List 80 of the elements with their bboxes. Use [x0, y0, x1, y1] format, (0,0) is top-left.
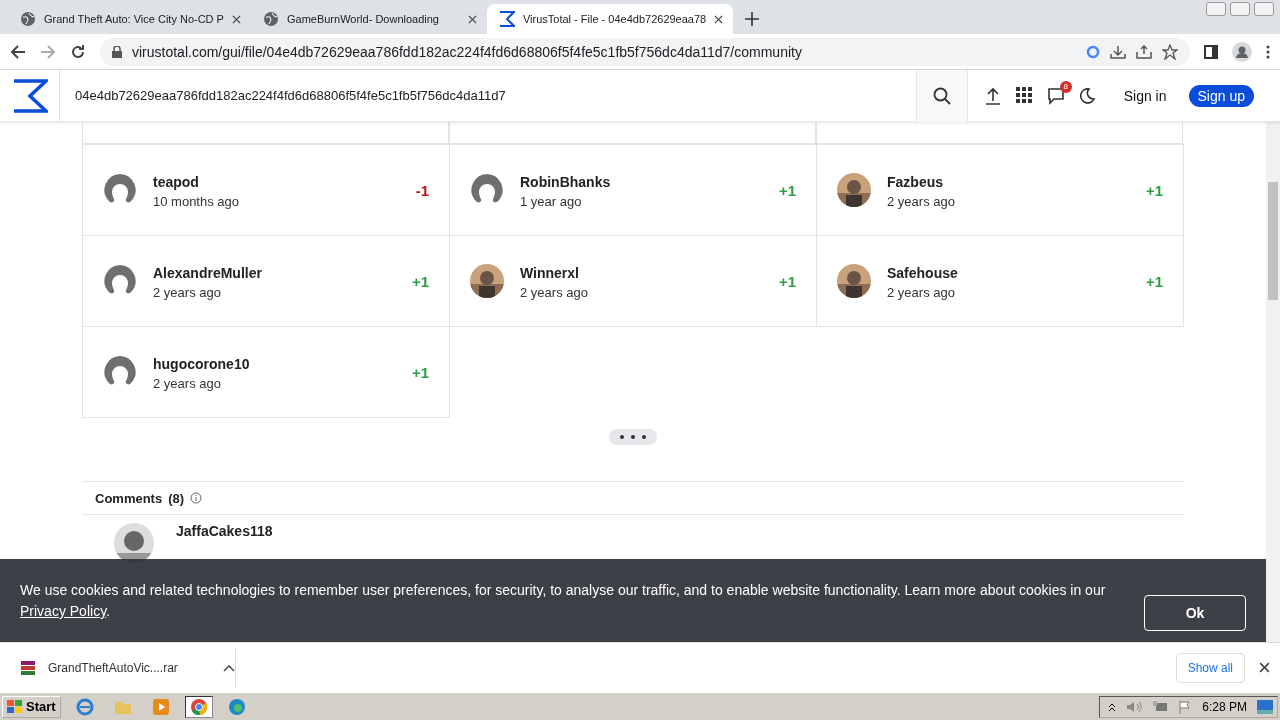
- install-icon[interactable]: [1110, 44, 1126, 59]
- vote-score: +1: [411, 363, 429, 381]
- more-button[interactable]: [608, 429, 657, 445]
- ok-button[interactable]: Ok: [1144, 595, 1246, 631]
- back-icon[interactable]: [10, 43, 26, 60]
- sidebar-icon[interactable]: [1204, 44, 1218, 59]
- moon-icon[interactable]: [1078, 87, 1096, 104]
- comments-count: (8): [168, 490, 185, 506]
- star-icon[interactable]: [1162, 43, 1178, 60]
- browser-tab[interactable]: VirusTotal - File - 04e4db72629eaa78: [486, 4, 734, 34]
- chat-icon[interactable]: [1046, 86, 1065, 105]
- network-icon[interactable]: [1152, 699, 1169, 714]
- user-name[interactable]: AlexandreMuller: [153, 264, 396, 281]
- user-name[interactable]: RobinBhanks: [520, 173, 763, 190]
- globe-icon: [20, 11, 36, 27]
- internet-explorer-icon[interactable]: [75, 697, 94, 716]
- upload-icon[interactable]: [983, 86, 1002, 105]
- virustotal-logo-icon: [498, 11, 515, 27]
- close-icon[interactable]: [467, 14, 477, 24]
- share-icon[interactable]: [1136, 44, 1152, 59]
- show-all-button[interactable]: Show all: [1175, 652, 1245, 683]
- flag-icon[interactable]: [1178, 699, 1193, 714]
- user-name[interactable]: Winnerxl: [520, 264, 763, 281]
- browser-tab[interactable]: GameBurnWorld- Downloading: [250, 4, 487, 34]
- user-name[interactable]: hugocorone10: [153, 355, 396, 372]
- search-icon[interactable]: [932, 86, 951, 105]
- reload-icon[interactable]: [70, 43, 86, 60]
- restore-button[interactable]: [1230, 2, 1250, 16]
- user-name[interactable]: Safehouse: [887, 264, 1130, 281]
- info-icon[interactable]: [190, 492, 203, 504]
- start-button[interactable]: Start: [2, 695, 61, 718]
- cookie-notice-text: We use cookies and related technologies to remember user preferences, for security, to analyse our traffic, and to enable website functionality. Learn more about cookies in our Privacy Policy.: [20, 581, 1107, 621]
- lock-icon: [112, 45, 122, 58]
- comments-title: Comments: [95, 490, 163, 506]
- clock: 6:28 PM: [1202, 699, 1247, 714]
- scrollbar-thumb[interactable]: [1268, 182, 1278, 300]
- edge-icon[interactable]: [227, 697, 246, 716]
- user-name[interactable]: teapod: [153, 173, 400, 190]
- user-name[interactable]: JaffaCakes118: [176, 523, 273, 539]
- media-player-icon[interactable]: [152, 698, 169, 715]
- browser-tab[interactable]: Grand Theft Auto: Vice City No-CD P: [8, 4, 251, 34]
- close-button[interactable]: [1254, 2, 1274, 16]
- plus-icon[interactable]: [745, 12, 760, 26]
- virustotal-logo-icon[interactable]: [11, 78, 48, 113]
- vote-time: 10 months ago: [153, 193, 240, 209]
- download-file-name[interactable]: GrandTheftAutoVic....rar: [48, 660, 211, 675]
- user-name[interactable]: Fazbeus: [887, 173, 1130, 190]
- globe-icon: [262, 11, 279, 27]
- menu-icon[interactable]: [1266, 44, 1270, 59]
- vote-time: 2 years ago: [887, 284, 956, 300]
- vote-time: 2 years ago: [153, 284, 222, 300]
- close-icon[interactable]: [1259, 662, 1270, 673]
- vote-score: +1: [1145, 181, 1163, 199]
- close-icon[interactable]: [714, 14, 724, 24]
- archive-icon: [20, 659, 36, 676]
- vote-time: 2 years ago: [153, 375, 222, 391]
- vote-time: 2 years ago: [887, 193, 956, 209]
- vote-score: +1: [411, 272, 429, 290]
- notification-badge: 8: [1059, 80, 1072, 93]
- apps-grid-icon[interactable]: [1015, 87, 1033, 104]
- address-bar[interactable]: virustotal.com/gui/file/04e4db72629eaa786fdd182ac224f4fd6d68806f5f4fe5c1fb5f756dc4da11d7/community: [100, 37, 1190, 66]
- vote-score: -1: [415, 181, 429, 199]
- search-field[interactable]: 04e4db72629eaa786fdd182ac224f4fd6d68806f5f4fe5c1fb5f756dc4da11d7: [60, 88, 916, 103]
- windows-logo-icon: [7, 699, 23, 714]
- sign-up-button[interactable]: Sign up: [1188, 84, 1254, 107]
- vote-score: +1: [778, 181, 796, 199]
- dots-icon: [619, 435, 646, 439]
- chrome-icon[interactable]: [189, 697, 208, 716]
- vote-time: 1 year ago: [520, 193, 583, 209]
- sign-in-link[interactable]: Sign in: [1123, 87, 1167, 104]
- vote-time: 2 years ago: [520, 284, 589, 300]
- profile-icon[interactable]: [1232, 41, 1252, 62]
- caret-icon[interactable]: [223, 663, 235, 672]
- vote-score: +1: [1145, 272, 1163, 290]
- vote-score: +1: [778, 272, 796, 290]
- chevron-up-icon[interactable]: [1108, 701, 1117, 712]
- minimize-button[interactable]: [1206, 2, 1226, 16]
- close-icon[interactable]: [231, 14, 241, 24]
- google-icon: [1086, 44, 1100, 59]
- desktop-icon[interactable]: [1257, 699, 1273, 714]
